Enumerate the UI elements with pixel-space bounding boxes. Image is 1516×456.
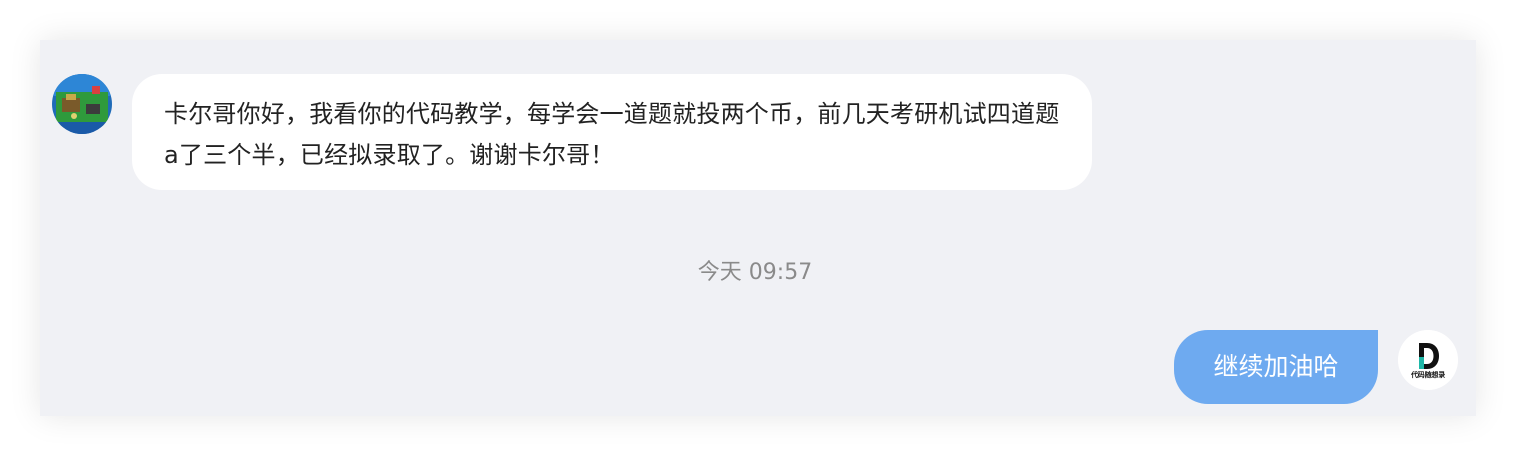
code-logo-icon xyxy=(1398,330,1458,390)
incoming-message-bubble[interactable]: 卡尔哥你好，我看你的代码教学，每学会一道题就投两个币，前几天考研机试四道题a了三… xyxy=(132,74,1092,190)
outgoing-message-bubble[interactable]: 继续加油哈 xyxy=(1174,330,1378,404)
chat-window: 卡尔哥你好，我看你的代码教学，每学会一道题就投两个币，前几天考研机试四道题a了三… xyxy=(40,40,1476,416)
message-timestamp: 今天 09:57 xyxy=(697,260,813,285)
incoming-message-text: 卡尔哥你好，我看你的代码教学，每学会一道题就投两个币，前几天考研机试四道题a了三… xyxy=(164,100,1060,169)
own-avatar[interactable]: 代码随想录 xyxy=(1398,330,1458,390)
sender-avatar[interactable] xyxy=(52,74,112,134)
outgoing-message-text: 继续加油哈 xyxy=(1213,352,1339,381)
game-scene-avatar-icon xyxy=(52,74,112,134)
logo-caption: 代码随想录 xyxy=(1411,371,1445,379)
